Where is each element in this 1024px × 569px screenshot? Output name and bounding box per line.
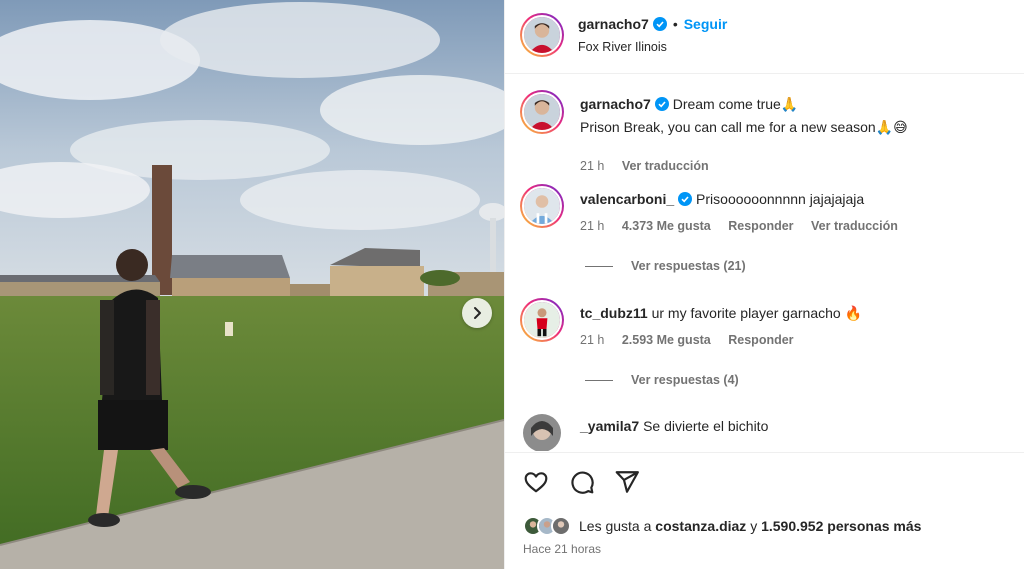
next-photo-button[interactable] — [462, 298, 492, 328]
avatar — [551, 516, 571, 536]
comment-username[interactable]: valencarboni_ — [580, 191, 674, 207]
avatar[interactable] — [520, 298, 564, 342]
post-photo — [0, 0, 504, 569]
view-replies-label: Ver respuestas (4) — [631, 373, 739, 387]
caption-username[interactable]: garnacho7 — [580, 96, 651, 112]
header-user-line: garnacho7 • Seguir — [578, 16, 727, 34]
avatar-image — [524, 188, 560, 224]
view-replies-button[interactable]: Ver respuestas (21) — [585, 259, 746, 273]
share-icon — [615, 471, 639, 493]
replies-line — [585, 379, 613, 381]
comment-body: Se divierte el bichito — [643, 418, 769, 434]
avatar[interactable] — [520, 90, 564, 134]
comments-list[interactable]: garnacho7 Dream come true🙏 Prison Break,… — [505, 75, 1024, 451]
avatar-image — [523, 414, 561, 451]
liked-by-user[interactable]: costanza.diaz — [655, 518, 746, 534]
caption-line-2: Prison Break, you can call me for a new … — [580, 119, 908, 135]
comment-button[interactable] — [569, 469, 595, 500]
comment-meta: 21 h 2.593 Me gusta Responder — [580, 333, 808, 347]
avatar-image — [524, 302, 560, 338]
comment-time[interactable]: 21 h — [580, 333, 604, 347]
comment-body: Prisoooooonnnnn jajajajaja — [696, 191, 865, 207]
verified-icon — [652, 17, 667, 34]
header-username[interactable]: garnacho7 — [578, 16, 649, 32]
comment-time[interactable]: 21 h — [580, 219, 604, 233]
post-actions: Les gusta a costanza.diaz y 1.590.952 pe… — [505, 452, 1024, 569]
likes-prefix: Les gusta a — [579, 518, 656, 534]
post-header: garnacho7 • Seguir Fox River Ilinois — [505, 0, 1024, 74]
separator-dot: • — [672, 16, 678, 32]
reply-button[interactable]: Responder — [728, 219, 793, 233]
follow-button[interactable]: Seguir — [684, 16, 728, 32]
post-timestamp[interactable]: Hace 21 horas — [523, 542, 601, 556]
post-location[interactable]: Fox River Ilinois — [578, 40, 667, 54]
view-replies-button[interactable]: Ver respuestas (4) — [585, 373, 739, 387]
caption-meta: 21 h Ver traducción — [580, 159, 723, 173]
comment-body: ur my favorite player garnacho 🔥 — [651, 305, 863, 321]
likes-text: Les gusta a costanza.diaz y 1.590.952 pe… — [579, 518, 921, 534]
avatar-image — [524, 17, 560, 53]
caption-line-1: Dream come true🙏 — [672, 96, 799, 112]
verified-icon — [678, 191, 693, 212]
share-button[interactable] — [614, 469, 640, 500]
likes-mid: y — [746, 518, 762, 534]
post-image — [0, 0, 504, 569]
likes-summary: Les gusta a costanza.diaz y 1.590.952 pe… — [523, 516, 921, 536]
like-button[interactable] — [523, 469, 549, 500]
avatar[interactable] — [520, 184, 564, 228]
comment-icon — [571, 471, 594, 494]
reply-button[interactable]: Responder — [728, 333, 793, 347]
post-side-panel: garnacho7 • Seguir Fox River Ilinois garna… — [504, 0, 1024, 569]
comment-username[interactable]: tc_dubz11 — [580, 305, 648, 321]
caption-time[interactable]: 21 h — [580, 159, 604, 173]
comment-meta: 21 h 4.373 Me gusta Responder Ver traduc… — [580, 219, 912, 233]
chevron-right-icon — [474, 307, 481, 319]
likes-count[interactable]: 1.590.952 personas más — [761, 518, 921, 534]
verified-icon — [654, 96, 669, 117]
comment-text: _yamila7 Se divierte el bichito — [580, 416, 1000, 437]
translate-button[interactable]: Ver traducción — [622, 159, 709, 173]
caption-text: garnacho7 Dream come true🙏 Prison Break,… — [580, 94, 1000, 138]
avatar[interactable] — [520, 13, 564, 57]
comment-text: tc_dubz11 ur my favorite player garnacho… — [580, 303, 1000, 324]
heart-icon — [524, 472, 548, 493]
comment-username[interactable]: _yamila7 — [580, 418, 639, 434]
replies-line — [585, 265, 613, 267]
view-replies-label: Ver respuestas (21) — [631, 259, 746, 273]
comment-likes[interactable]: 4.373 Me gusta — [622, 219, 711, 233]
comment-likes[interactable]: 2.593 Me gusta — [622, 333, 711, 347]
translate-button[interactable]: Ver traducción — [811, 219, 898, 233]
avatar[interactable] — [523, 414, 561, 451]
avatar-image — [524, 94, 560, 130]
comment-text: valencarboni_ Prisoooooonnnnn jajajajaja — [580, 189, 1000, 212]
